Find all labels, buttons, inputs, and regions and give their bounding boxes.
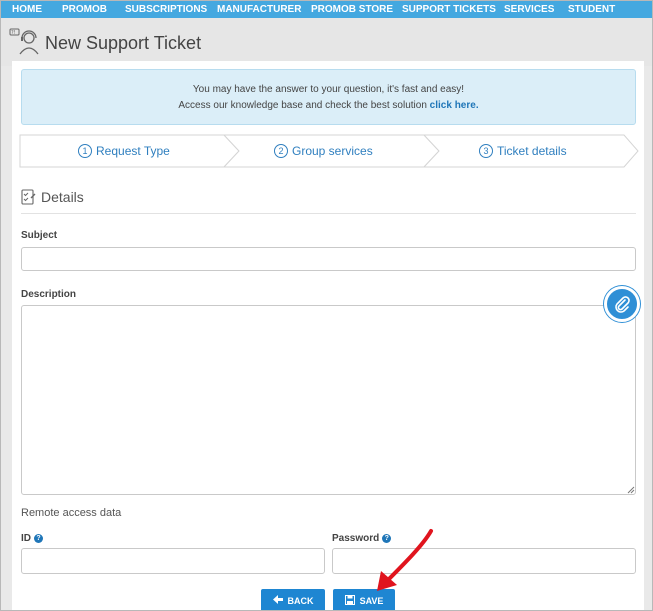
nav-item-manufacturer[interactable]: MANUFACTURER (217, 4, 301, 15)
subject-label: Subject (21, 230, 58, 241)
nav-item-promob-store[interactable]: PROMOB STORE (311, 4, 393, 15)
subject-input[interactable] (21, 247, 636, 271)
page-title: New Support Ticket (45, 33, 202, 53)
step-request-type[interactable]: 1 Request Type (78, 144, 170, 158)
step-ticket-details[interactable]: 3 Ticket details (479, 144, 567, 158)
checklist-icon (21, 189, 36, 205)
remote-access-label: Remote access data (21, 507, 122, 519)
nav-item-promob[interactable]: PROMOB (62, 4, 107, 15)
notice-line-1: You may have the answer to your question… (192, 84, 465, 95)
help-icon[interactable]: ? (34, 534, 43, 543)
details-section-heading: Details (21, 189, 84, 205)
description-label: Description (21, 289, 77, 300)
paperclip-icon (615, 296, 630, 313)
nav-item-subscriptions[interactable]: SUBSCRIPTIONS (125, 4, 207, 15)
page-header: ?! New Support Ticket (1, 18, 652, 66)
wizard-steps: 1 Request Type 2 Group services 3 Ticket de… (19, 134, 639, 168)
divider (21, 213, 636, 214)
floppy-disk-icon (344, 594, 355, 607)
resize-handle-icon[interactable] (627, 486, 635, 494)
annotation-arrow (377, 529, 433, 591)
arrow-left-icon (272, 595, 283, 606)
id-label: ID? (21, 533, 43, 544)
description-textarea[interactable] (21, 305, 636, 495)
support-agent-icon: ?! (9, 28, 39, 55)
nav-item-services[interactable]: SERVICES (504, 4, 554, 15)
knowledge-base-link[interactable]: click here. (430, 100, 479, 111)
svg-text:?!: ?! (11, 30, 16, 36)
top-navigation: HOME PROMOB SUBSCRIPTIONS MANUFACTURER P… (1, 1, 652, 18)
step-group-services[interactable]: 2 Group services (274, 144, 373, 158)
nav-item-home[interactable]: HOME (12, 4, 42, 15)
attach-file-button[interactable] (604, 286, 640, 322)
notice-line-2: Access our knowledge base and check the … (178, 100, 479, 111)
back-button[interactable]: BACK (261, 589, 325, 610)
id-input[interactable] (21, 548, 325, 574)
browser-frame: HOME PROMOB SUBSCRIPTIONS MANUFACTURER P… (0, 0, 653, 611)
nav-item-student[interactable]: STUDENT (568, 4, 615, 15)
knowledge-base-notice: You may have the answer to your question… (21, 69, 636, 125)
nav-item-support-tickets[interactable]: SUPPORT TICKETS (402, 4, 496, 15)
